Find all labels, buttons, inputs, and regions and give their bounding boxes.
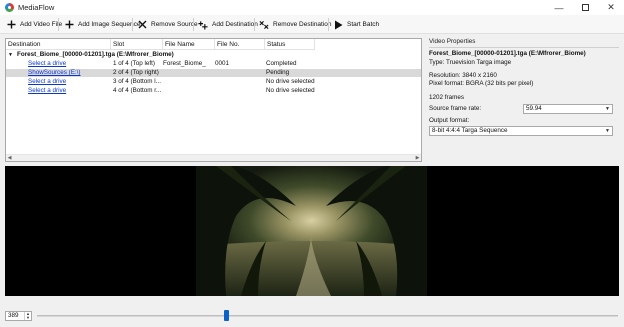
minimize-button[interactable]: — <box>546 0 572 15</box>
remove-source-label: Remove Source <box>151 21 198 28</box>
collapse-chevron-icon[interactable]: ▼ <box>8 51 13 59</box>
output-format-label: Output format: <box>429 117 470 124</box>
start-batch-button[interactable]: Start Batch <box>333 17 379 32</box>
table-row[interactable]: Select a drive 3 of 4 (Bottom l... No dr… <box>6 78 421 86</box>
video-properties-title: Video Properties <box>429 38 476 45</box>
frame-number-value: 389 <box>8 312 19 319</box>
frame-count-text: 1202 frames <box>429 94 465 101</box>
toolbar-separator <box>254 18 255 31</box>
table-row[interactable]: Select a drive 4 of 4 (Bottom r... No dr… <box>6 87 421 95</box>
scroll-left-icon[interactable]: ◀ <box>6 155 13 161</box>
table-row[interactable]: Select a drive 1 of 4 (Top left) Forest_… <box>6 60 421 68</box>
column-header-status[interactable]: Status <box>265 39 315 50</box>
destination-table[interactable]: Destination Slot File Name File No. Stat… <box>5 38 422 162</box>
destination-link[interactable]: Select a drive <box>28 60 108 68</box>
plus-icon <box>6 20 16 30</box>
chevron-down-icon: ▼ <box>605 106 610 112</box>
slot-cell: 1 of 4 (Top left) <box>113 60 155 67</box>
mediaflow-logo-icon <box>5 3 14 12</box>
output-format-select[interactable]: 8-bit 4:4:4 Targa Sequence ▼ <box>429 126 613 136</box>
output-format-value: 8-bit 4:4:4 Targa Sequence <box>432 127 508 134</box>
x-icon <box>137 20 147 30</box>
destination-link[interactable]: Select a drive <box>28 78 108 86</box>
toolbar: Add Video File Add Image Sequence Remove… <box>0 15 624 34</box>
close-icon: ✕ <box>607 2 615 12</box>
horizontal-scrollbar[interactable]: ◀ ▶ <box>6 154 421 161</box>
chevron-down-icon: ▼ <box>605 128 610 134</box>
source-frame-rate-value: 59.94 <box>526 105 542 112</box>
file-no-cell: 0001 <box>215 60 230 67</box>
file-name-cell: Forest_Biome_ <box>163 60 206 67</box>
remove-multiple-icon <box>259 20 269 30</box>
minimize-icon: — <box>554 2 564 13</box>
maximize-button[interactable] <box>572 0 598 15</box>
maximize-icon <box>581 4 589 11</box>
toolbar-separator <box>193 18 194 31</box>
status-cell: Pending <box>266 69 290 76</box>
video-properties-panel: Video Properties Forest_Biome_[00000-012… <box>429 38 619 162</box>
source-group-row[interactable]: ▼ Forest_Biome_[00000-01201].tga (E:\Mfr… <box>6 51 421 59</box>
source-frame-rate-select[interactable]: 59.94 ▼ <box>523 104 613 114</box>
column-header-file-name[interactable]: File Name <box>163 39 215 50</box>
add-video-file-label: Add Video File <box>20 21 63 28</box>
column-header-file-no[interactable]: File No. <box>215 39 265 50</box>
column-header-destination[interactable]: Destination <box>6 39 111 50</box>
remove-destination-label: Remove Destination <box>273 21 332 28</box>
start-batch-label: Start Batch <box>347 21 380 28</box>
destination-link[interactable]: ShowSources (E:\) <box>28 69 108 77</box>
toolbar-separator <box>328 18 329 31</box>
column-header-slot[interactable]: Slot <box>111 39 163 50</box>
remove-destination-button[interactable]: Remove Destination <box>259 17 332 32</box>
title-bar: MediaFlow — ✕ <box>0 0 624 15</box>
status-cell: No drive selected <box>266 87 315 94</box>
forest-preview-image <box>196 166 427 296</box>
toolbar-separator <box>58 18 59 31</box>
source-frame-rate-label: Source frame rate: <box>429 105 482 112</box>
timeline-slider-thumb[interactable] <box>223 310 229 321</box>
table-row[interactable]: ShowSources (E:\) 2 of 4 (Top right) Pen… <box>6 69 421 78</box>
source-file-title: Forest_Biome_[00000-01201].tga (E:\Mfror… <box>429 50 586 57</box>
scroll-right-icon[interactable]: ▶ <box>414 155 421 161</box>
slot-cell: 2 of 4 (Top right) <box>113 69 159 76</box>
spin-down-icon[interactable]: ▼ <box>24 316 31 320</box>
close-button[interactable]: ✕ <box>598 0 624 15</box>
destination-link[interactable]: Select a drive <box>28 87 108 95</box>
source-group-label: Forest_Biome_[00000-01201].tga (E:\Mfror… <box>17 51 174 58</box>
window-title: MediaFlow <box>18 3 55 12</box>
video-preview[interactable] <box>5 166 619 296</box>
remove-source-button[interactable]: Remove Source <box>137 17 198 32</box>
play-icon <box>333 20 343 30</box>
file-type-text: Type: Truevision Targa image <box>429 59 512 66</box>
resolution-text: Resolution: 3840 x 2160 <box>429 72 497 79</box>
status-cell: No drive selected <box>266 78 315 85</box>
pixel-format-text: Pixel format: BGRA (32 bits per pixel) <box>429 80 534 87</box>
frame-number-input[interactable]: 389 ▲ ▼ <box>5 311 32 321</box>
plus-icon <box>64 20 74 30</box>
add-multiple-icon <box>198 20 208 30</box>
status-cell: Completed <box>266 60 297 67</box>
divider <box>429 47 619 48</box>
slot-cell: 4 of 4 (Bottom r... <box>113 87 162 94</box>
add-destination-button[interactable]: Add Destination <box>198 17 258 32</box>
add-video-file-button[interactable]: Add Video File <box>6 17 62 32</box>
add-image-sequence-button[interactable]: Add Image Sequence <box>64 17 141 32</box>
add-destination-label: Add Destination <box>212 21 258 28</box>
timeline-slider-track[interactable] <box>37 315 618 317</box>
slot-cell: 3 of 4 (Bottom l... <box>113 78 161 85</box>
toolbar-separator <box>132 18 133 31</box>
